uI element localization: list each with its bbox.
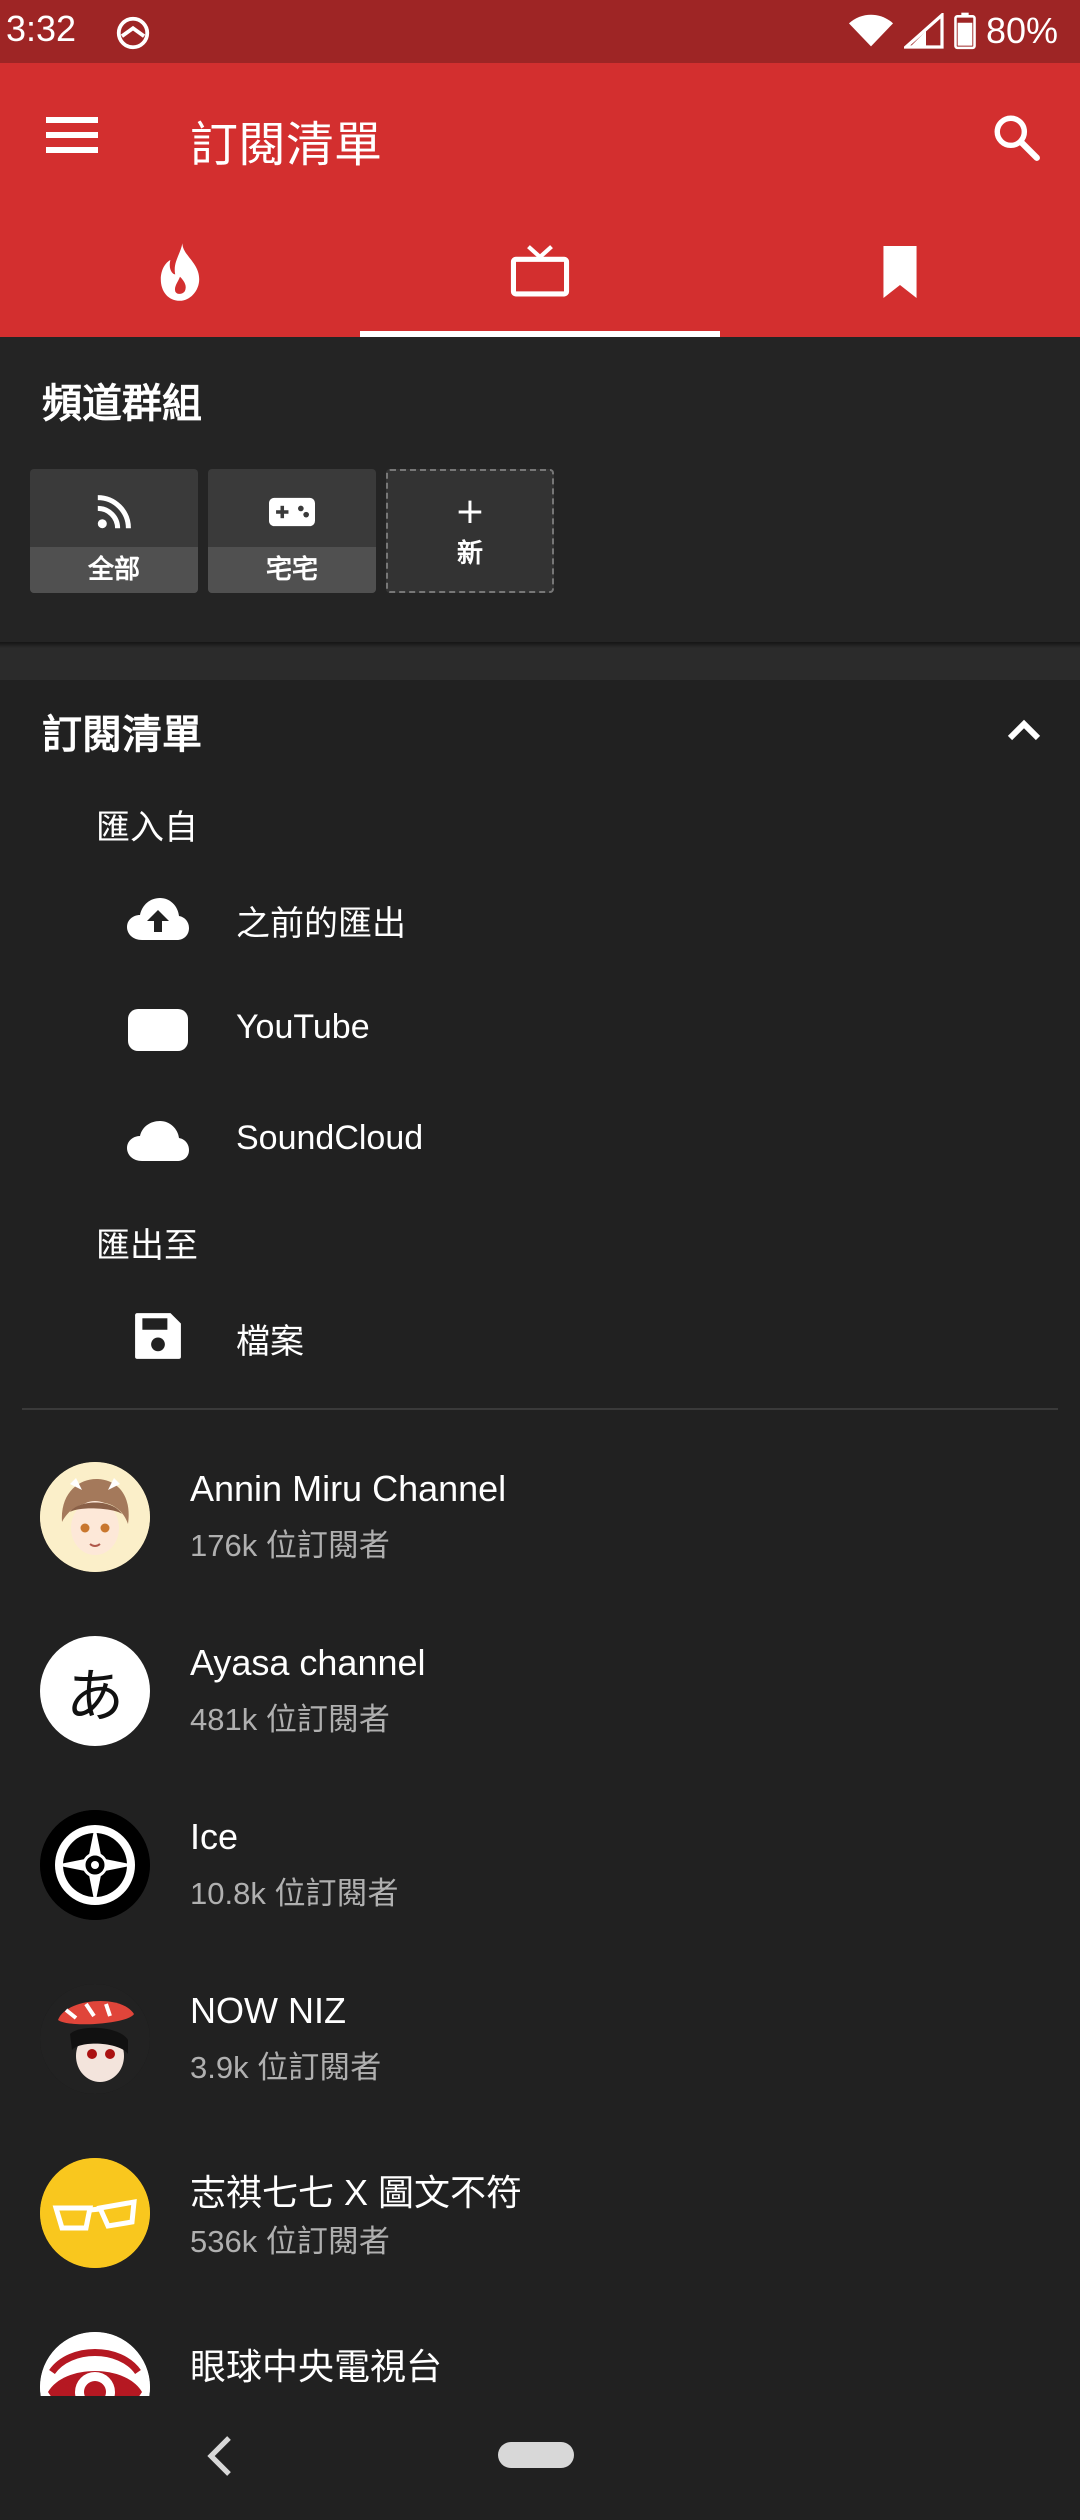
tv-icon	[510, 245, 570, 297]
section-divider	[0, 642, 1080, 680]
avatar-image	[40, 1810, 150, 1920]
subscriptions-header[interactable]: 訂閱清單	[0, 680, 1080, 780]
import-soundcloud[interactable]: SoundCloud	[0, 1091, 1080, 1191]
subscriptions-title: 訂閱清單	[42, 712, 202, 758]
new-group-button[interactable]: + 新	[386, 469, 554, 593]
channel-subscribers: 176k 位訂閱者	[190, 1528, 390, 1563]
battery-icon	[954, 12, 976, 50]
channel-item[interactable]: 眼球中央電視台	[0, 2302, 1080, 2396]
group-card-all[interactable]: 全部	[30, 469, 198, 593]
group-icon-wrap	[208, 487, 376, 537]
save-icon	[135, 1313, 181, 1359]
group-label: 新	[456, 539, 483, 569]
status-time: 3:32	[6, 8, 77, 49]
channel-item[interactable]: あ Ayasa channel 481k 位訂閱者	[0, 1606, 1080, 1780]
channel-item[interactable]: 志祺七七 X 圖文不符 536k 位訂閱者	[0, 2128, 1080, 2302]
search-icon	[994, 115, 1040, 161]
channel-subscribers: 3.9k 位訂閱者	[190, 2050, 382, 2085]
page-title: 訂閱清單	[190, 117, 383, 173]
channel-subscribers: 536k 位訂閱者	[190, 2224, 390, 2259]
channel-groups-title: 頻道群組	[42, 381, 202, 427]
avatar-image	[40, 1462, 150, 1572]
wifi-icon	[848, 14, 893, 47]
hamburger-icon	[46, 117, 98, 153]
row-icon-wrap	[122, 892, 194, 944]
cloud-icon	[127, 1121, 189, 1161]
cloud-upload-icon	[127, 898, 189, 940]
channel-item[interactable]: NOW NIZ 3.9k 位訂閱者	[0, 1954, 1080, 2128]
youtube-icon	[128, 1009, 188, 1051]
tab-trending[interactable]	[0, 207, 360, 337]
back-button[interactable]	[194, 2426, 244, 2486]
fire-icon	[160, 243, 200, 301]
avatar	[40, 1462, 150, 1572]
group-card-otaku[interactable]: 宅宅	[208, 469, 376, 593]
app-notification-icon	[116, 16, 150, 50]
list-divider	[22, 1408, 1058, 1410]
avatar-image	[40, 2158, 150, 2268]
channel-groups-section: 頻道群組 全部 宅宅 + 新	[0, 337, 1080, 642]
channel-item[interactable]: Annin Miru Channel 176k 位訂閱者	[0, 1432, 1080, 1606]
chevron-up-icon	[1007, 719, 1041, 741]
export-file[interactable]: 檔案	[0, 1286, 1080, 1386]
signal-icon	[903, 13, 944, 49]
gamepad-icon	[269, 497, 315, 527]
import-previous-export[interactable]: 之前的匯出	[0, 868, 1080, 968]
avatar-image	[40, 2332, 150, 2396]
search-button[interactable]	[978, 99, 1054, 175]
row-icon-wrap	[122, 1004, 194, 1056]
channel-item[interactable]: Ice 10.8k 位訂閱者	[0, 1780, 1080, 1954]
group-label: 全部	[30, 547, 198, 593]
channel-subscribers: 10.8k 位訂閱者	[190, 1876, 399, 1911]
avatar-image	[40, 1984, 150, 2094]
channel-name: Annin Miru Channel	[190, 1468, 507, 1509]
collapse-button[interactable]	[992, 698, 1056, 762]
status-bar: 3:32 80%	[0, 0, 1080, 63]
app-screen: 3:32 80% 訂閱清單 頻道群組 全部 宅宅 + 新 訂閱清單 匯入自 之前…	[0, 0, 1080, 2520]
avatar	[40, 1810, 150, 1920]
plus-icon: +	[454, 491, 486, 532]
channel-name: Ayasa channel	[190, 1642, 426, 1683]
channel-name: 眼球中央電視台	[190, 2346, 443, 2387]
row-label: YouTube	[236, 1008, 370, 1046]
channel-name: 志祺七七 X 圖文不符	[190, 2172, 523, 2213]
battery-percent: 80%	[985, 10, 1058, 51]
avatar: あ	[40, 1636, 150, 1746]
import-youtube[interactable]: YouTube	[0, 980, 1080, 1080]
channel-name: NOW NIZ	[190, 1990, 346, 2031]
export-heading: 匯出至	[96, 1226, 198, 1266]
channel-subscribers: 481k 位訂閱者	[190, 1702, 390, 1737]
bookmark-icon	[883, 246, 917, 298]
row-icon-wrap	[122, 1115, 194, 1167]
status-icons: 80%	[848, 10, 1058, 52]
row-label: SoundCloud	[236, 1119, 424, 1157]
tab-bar	[0, 207, 1080, 337]
home-pill[interactable]	[498, 2442, 574, 2468]
group-label: 宅宅	[208, 547, 376, 593]
menu-button[interactable]	[34, 103, 110, 167]
rss-icon	[97, 495, 131, 529]
row-label: 之前的匯出	[236, 905, 406, 943]
import-heading: 匯入自	[96, 808, 198, 848]
back-arrow-icon	[207, 2436, 231, 2476]
avatar	[40, 1984, 150, 2094]
avatar-text: あ	[65, 1662, 124, 1730]
channel-name: Ice	[190, 1816, 239, 1857]
tab-bookmarks[interactable]	[720, 207, 1080, 337]
row-icon-wrap	[122, 1310, 194, 1362]
tab-subscriptions[interactable]	[360, 207, 720, 337]
row-label: 檔案	[236, 1323, 304, 1361]
avatar	[40, 2332, 150, 2396]
system-nav-bar	[0, 2396, 1080, 2520]
app-bar: 訂閱清單	[0, 63, 1080, 207]
group-icon-wrap	[30, 487, 198, 537]
avatar	[40, 2158, 150, 2268]
